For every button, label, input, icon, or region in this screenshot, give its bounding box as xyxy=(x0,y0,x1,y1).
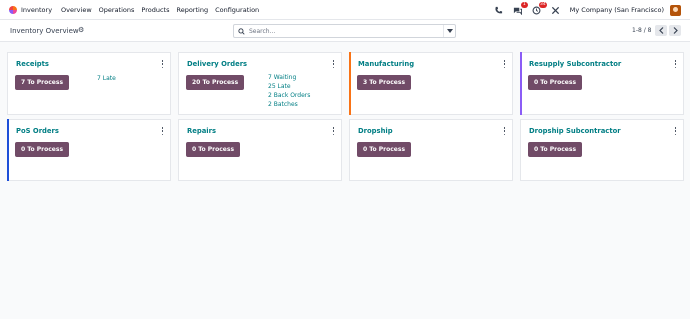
card-title[interactable]: Delivery Orders xyxy=(187,60,247,68)
chevron-right-icon xyxy=(673,27,678,34)
stat-late[interactable]: 7 Late xyxy=(97,75,116,83)
card-menu-icon[interactable] xyxy=(674,60,677,68)
search-options-toggle[interactable] xyxy=(443,25,455,37)
pager-previous-button[interactable] xyxy=(655,25,667,36)
card-title[interactable]: Manufacturing xyxy=(358,60,414,68)
card-dropship-subcontractor: Dropship Subcontractor 0 To Process xyxy=(520,119,684,181)
activity-badge: 34 xyxy=(539,2,547,8)
search-input[interactable] xyxy=(249,26,439,36)
card-menu-icon[interactable] xyxy=(674,127,677,135)
nav-brand-inventory[interactable]: Inventory xyxy=(21,6,52,14)
card-menu-icon[interactable] xyxy=(503,60,506,68)
to-process-button[interactable]: 3 To Process xyxy=(357,75,412,90)
stat-batches[interactable]: 2 Batches xyxy=(268,101,298,109)
card-menu-icon[interactable] xyxy=(161,127,164,135)
card-pos-orders: PoS Orders 0 To Process xyxy=(7,119,171,181)
card-menu-icon[interactable] xyxy=(161,60,164,68)
card-accent-bar xyxy=(7,119,9,181)
card-title[interactable]: Repairs xyxy=(187,127,216,135)
caret-down-icon xyxy=(446,29,453,33)
card-repairs: Repairs 0 To Process xyxy=(178,119,342,181)
nav-item-configuration[interactable]: Configuration xyxy=(215,6,259,14)
search-icon xyxy=(238,27,245,35)
chat-icon[interactable]: 1 xyxy=(513,2,528,15)
user-avatar[interactable] xyxy=(670,4,681,16)
card-dropship: Dropship 0 To Process xyxy=(349,119,513,181)
phone-icon[interactable] xyxy=(494,5,504,15)
card-receipts: Receipts 7 To Process 7 Late xyxy=(7,52,171,115)
pager-value[interactable]: 1-8 / 8 xyxy=(632,27,651,34)
to-process-button[interactable]: 20 To Process xyxy=(186,75,245,90)
card-title[interactable]: Dropship Subcontractor xyxy=(529,127,621,135)
activity-clock-icon[interactable]: 34 xyxy=(532,2,547,15)
to-process-button[interactable]: 0 To Process xyxy=(186,142,241,157)
card-delivery-orders: Delivery Orders 20 To Process 7 Waiting … xyxy=(178,52,342,115)
card-resupply-subcontractor: Resupply Subcontractor 0 To Process xyxy=(520,52,684,115)
chat-badge: 1 xyxy=(520,2,528,8)
to-process-button[interactable]: 0 To Process xyxy=(528,75,583,90)
to-process-button[interactable]: 0 To Process xyxy=(357,142,412,157)
card-accent-bar xyxy=(349,52,351,115)
pager-next-button[interactable] xyxy=(669,25,681,36)
main-navbar: Inventory Overview Operations Products R… xyxy=(0,0,690,20)
card-menu-icon[interactable] xyxy=(503,127,506,135)
to-process-button[interactable]: 0 To Process xyxy=(528,142,583,157)
stat-back-orders[interactable]: 2 Back Orders xyxy=(268,92,310,100)
stat-late[interactable]: 25 Late xyxy=(268,83,291,91)
systray: 1 34 My Company (San Francisco) xyxy=(494,0,690,20)
card-title[interactable]: PoS Orders xyxy=(16,127,59,135)
card-title[interactable]: Receipts xyxy=(16,60,49,68)
chevron-left-icon xyxy=(658,27,663,34)
debug-tools-icon[interactable] xyxy=(551,5,561,15)
app-logo-icon[interactable] xyxy=(9,5,17,14)
card-manufacturing: Manufacturing 3 To Process xyxy=(349,52,513,115)
to-process-button[interactable]: 7 To Process xyxy=(15,75,70,90)
card-title[interactable]: Dropship xyxy=(358,127,393,135)
gear-icon[interactable]: ⚙ xyxy=(78,26,86,34)
card-menu-icon[interactable] xyxy=(332,127,335,135)
to-process-button[interactable]: 0 To Process xyxy=(15,142,70,157)
card-menu-icon[interactable] xyxy=(332,60,335,68)
company-switcher[interactable]: My Company (San Francisco) xyxy=(570,6,664,14)
nav-item-operations[interactable]: Operations xyxy=(99,6,135,14)
nav-item-products[interactable]: Products xyxy=(141,6,169,14)
search-bar xyxy=(233,24,456,38)
stat-waiting[interactable]: 7 Waiting xyxy=(268,74,296,82)
nav-item-reporting[interactable]: Reporting xyxy=(176,6,208,14)
card-title[interactable]: Resupply Subcontractor xyxy=(529,60,621,68)
page-title: Inventory Overview xyxy=(10,27,79,35)
nav-item-overview[interactable]: Overview xyxy=(61,6,92,14)
card-accent-bar xyxy=(520,52,522,115)
